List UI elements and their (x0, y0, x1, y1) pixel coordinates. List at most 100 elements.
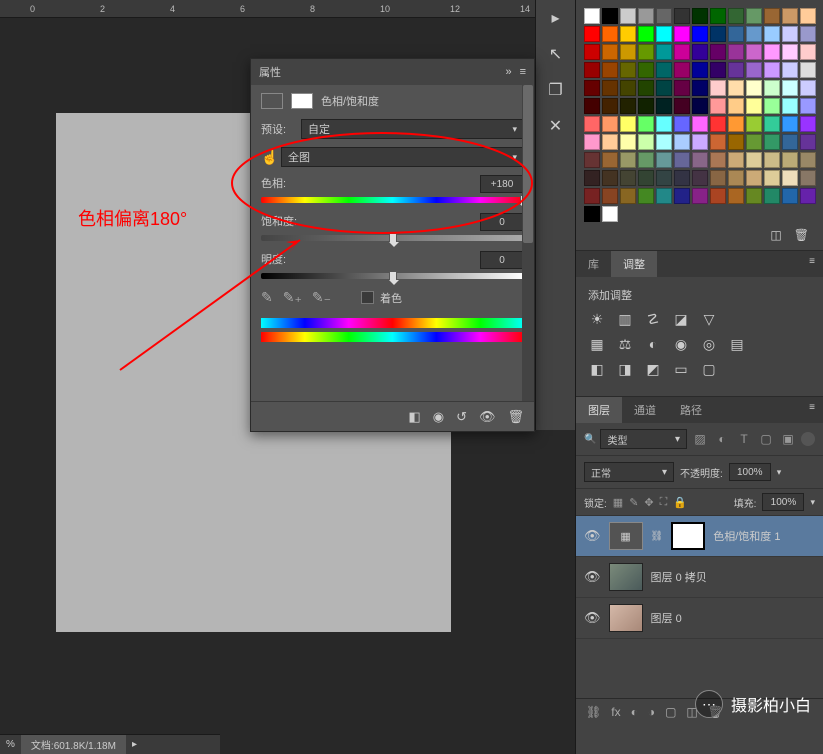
swatch[interactable] (800, 134, 816, 150)
lock-all-icon[interactable]: 🔒 (673, 496, 687, 509)
photo-filter-icon[interactable]: ◉ (672, 336, 690, 353)
swatch[interactable] (638, 8, 654, 24)
posterize-icon[interactable]: ◨ (616, 361, 634, 378)
swatch[interactable] (728, 188, 744, 204)
swatch[interactable] (638, 44, 654, 60)
history-icon[interactable]: ▸ (551, 8, 559, 28)
channel-select[interactable]: 全图▾ (281, 147, 524, 167)
swatch[interactable] (728, 134, 744, 150)
swatch[interactable] (602, 8, 618, 24)
swatch[interactable] (728, 8, 744, 24)
swatch[interactable] (584, 206, 600, 222)
filter-type-icon[interactable]: T (735, 432, 753, 446)
clip-to-layer-icon[interactable]: ◧ (408, 409, 420, 425)
swatch[interactable] (728, 62, 744, 78)
targeted-adjustment-icon[interactable]: ☝ (261, 149, 281, 166)
fx-icon[interactable]: fx (611, 705, 620, 719)
adjustment-thumbnail[interactable]: ▦ (609, 522, 643, 550)
lock-pixels-icon[interactable]: ✎ (629, 496, 638, 509)
swatch[interactable] (764, 8, 780, 24)
panel-menu-icon[interactable]: ≡ (801, 251, 823, 277)
swatch[interactable] (620, 8, 636, 24)
swatch[interactable] (692, 152, 708, 168)
swatch[interactable] (602, 26, 618, 42)
panel-menu-icon[interactable]: ≡ (520, 66, 526, 78)
collapse-icon[interactable]: » (505, 66, 511, 78)
preset-select[interactable]: 自定▾ (301, 119, 524, 139)
swatch[interactable] (710, 188, 726, 204)
filter-adjust-icon[interactable]: ◐ (713, 432, 731, 446)
swatch[interactable] (800, 80, 816, 96)
saturation-input[interactable] (480, 213, 524, 231)
swatch[interactable] (692, 170, 708, 186)
swatch[interactable] (728, 152, 744, 168)
swatch[interactable] (746, 134, 762, 150)
swatch[interactable] (746, 80, 762, 96)
swatch[interactable] (692, 44, 708, 60)
swatch[interactable] (782, 152, 798, 168)
swatch[interactable] (584, 8, 600, 24)
eyedropper-icon[interactable]: ✎ (261, 289, 273, 306)
swatch[interactable] (782, 98, 798, 114)
swatch[interactable] (746, 170, 762, 186)
swatch[interactable] (656, 26, 672, 42)
swatch[interactable] (656, 62, 672, 78)
swatch[interactable] (656, 44, 672, 60)
lightness-input[interactable] (480, 251, 524, 269)
link-icon[interactable]: ⛓ (651, 531, 664, 542)
swatch[interactable] (638, 80, 654, 96)
swatch[interactable] (674, 26, 690, 42)
swatch[interactable] (620, 188, 636, 204)
view-previous-icon[interactable]: ◉ (433, 409, 444, 425)
swatch[interactable] (674, 134, 690, 150)
swatch[interactable] (710, 134, 726, 150)
swatch[interactable] (782, 8, 798, 24)
swatch[interactable] (800, 62, 816, 78)
swatch[interactable] (710, 80, 726, 96)
lock-position-icon[interactable]: ✥ (644, 496, 653, 509)
visibility-icon[interactable]: 👁 (479, 409, 496, 425)
swatch[interactable] (602, 98, 618, 114)
chevron-down-icon[interactable]: ▾ (810, 497, 815, 508)
swatch[interactable] (584, 44, 600, 60)
swatch[interactable] (584, 188, 600, 204)
swatch[interactable] (782, 44, 798, 60)
swatch[interactable] (584, 170, 600, 186)
swatch[interactable] (602, 188, 618, 204)
swatch[interactable] (728, 170, 744, 186)
swatch[interactable] (584, 26, 600, 42)
swatch[interactable] (800, 26, 816, 42)
swatch[interactable] (782, 134, 798, 150)
swatch[interactable] (800, 44, 816, 60)
swatch[interactable] (728, 116, 744, 132)
swatch[interactable] (710, 62, 726, 78)
swatch[interactable] (638, 98, 654, 114)
swatch[interactable] (620, 62, 636, 78)
swatch[interactable] (602, 170, 618, 186)
gradient-map-icon[interactable]: ▭ (672, 361, 690, 378)
swatch[interactable] (764, 116, 780, 132)
hue-slider[interactable] (261, 197, 524, 203)
swatch[interactable] (746, 44, 762, 60)
swatch[interactable] (710, 26, 726, 42)
vibrance-icon[interactable]: ▽ (700, 311, 718, 328)
lightness-slider[interactable] (261, 273, 524, 279)
threshold-icon[interactable]: ◩ (644, 361, 662, 378)
opacity-input[interactable] (729, 463, 771, 481)
layer-item-adjustment[interactable]: 👁 ▦ ⛓ 色相/饱和度 1 (576, 516, 823, 557)
bw-icon[interactable]: ◐ (644, 336, 662, 353)
layer-item[interactable]: 👁 图层 0 拷贝 (576, 557, 823, 598)
swatch[interactable] (692, 116, 708, 132)
hue-sat-icon[interactable]: ▦ (588, 336, 606, 353)
tab-paths[interactable]: 路径 (668, 397, 714, 423)
saturation-slider[interactable] (261, 235, 524, 241)
properties-header[interactable]: 属性 » ≡ (251, 59, 534, 85)
swatch[interactable] (620, 80, 636, 96)
swatch[interactable] (746, 188, 762, 204)
lookup-icon[interactable]: ▤ (728, 336, 746, 353)
delete-icon[interactable]: 🗑 (507, 409, 524, 425)
swatch[interactable] (764, 188, 780, 204)
swatch[interactable] (746, 8, 762, 24)
swatch[interactable] (584, 134, 600, 150)
swatches-grid[interactable] (584, 8, 815, 222)
